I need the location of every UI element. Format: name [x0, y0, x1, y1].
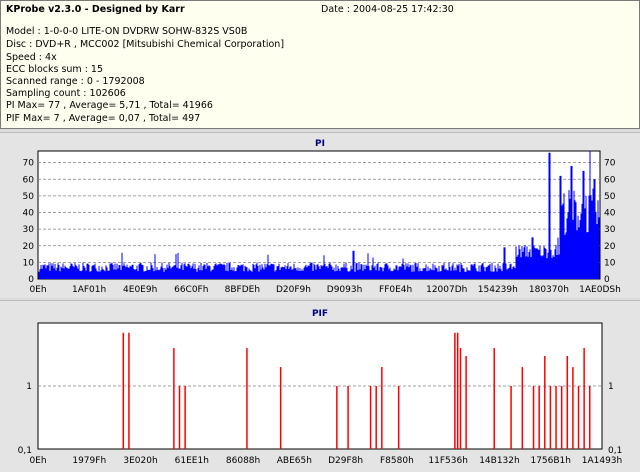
info-ecc: ECC blocks sum : 15: [6, 64, 104, 75]
pi-y-tick-right: 60: [604, 175, 616, 185]
pif-x-tick: ABE65h: [277, 456, 312, 466]
pi-x-tick: 66C0Fh: [174, 285, 208, 295]
pi-y-tick: 50: [23, 192, 35, 202]
pi-x-tick: D9093h: [327, 285, 363, 295]
pif-x-tick: 0Eh: [29, 456, 46, 466]
pi-y-tick-right: 50: [604, 192, 616, 202]
pi-y-tick: 30: [23, 225, 35, 235]
pif-x-tick: 11F536h: [428, 456, 468, 466]
pi-y-tick: 40: [23, 209, 35, 219]
pi-x-tick: 154239h: [478, 285, 518, 295]
pi-y-tick: 60: [23, 175, 35, 185]
pi-x-tick: 1AE0DSh: [579, 285, 621, 295]
pi-x-tick: 4E0E9h: [123, 285, 157, 295]
pif-y-tick-right: 0,1: [608, 446, 622, 456]
info-panel: KProbe v2.3.0 - Designed by Karr Date : …: [0, 0, 640, 129]
pi-x-tick: 180370h: [529, 285, 569, 295]
pif-x-tick: 1756B1h: [530, 456, 571, 466]
pi-x-tick: D20F9h: [276, 285, 311, 295]
info-model: Model : 1-0-0-0 LITE-ON DVDRW SOHW-832S …: [6, 26, 248, 37]
pi-x-tick: 0Eh: [29, 285, 46, 295]
pif-x-tick: D29F8h: [328, 456, 363, 466]
pi-y-tick: 10: [23, 258, 35, 268]
info-sampling: Sampling count : 102606: [6, 88, 126, 99]
info-pi: PI Max= 77 , Average= 5,71 , Total= 4196…: [6, 100, 213, 111]
pi-x-tick: 8BFDEh: [225, 285, 260, 295]
pi-x-tick: 1AF01h: [72, 285, 106, 295]
pif-y-tick: 1: [26, 382, 32, 392]
pi-y-tick-right: 30: [604, 225, 616, 235]
scan-date: Date : 2004-08-25 17:42:30: [321, 4, 454, 15]
pi-chart: 70 7060 6050 5040 4030 3020 2010 100 00Eh 1AF01h 4…: [23, 150, 621, 295]
pif-y-tick: 0,1: [18, 446, 32, 456]
pi-y-tick: 0: [28, 275, 34, 285]
pif-x-tick: 14B132h: [479, 456, 520, 466]
pif-x-tick: 1A1493h: [582, 456, 623, 466]
pif-x-tick: F8580h: [380, 456, 414, 466]
pi-x-tick: 12007Dh: [426, 285, 467, 295]
info-pif: PIF Max= 7 , Average= 0,07 , Total= 497: [6, 113, 201, 124]
pif-x-tick: 3E020h: [123, 456, 157, 466]
pi-y-tick: 70: [23, 159, 35, 169]
pi-y-tick-right: 20: [604, 242, 616, 252]
pif-y-tick-right: 1: [608, 382, 614, 392]
info-range: Scanned range : 0 - 1792008: [6, 76, 145, 87]
pif-chart-panel: PIF 1 1 0,1 0,1 0Eh 1979Fh 3E020h 61EE1h 86088h A…: [0, 300, 640, 472]
pi-y-tick-right: 10: [604, 258, 616, 268]
pi-x-tick: FF0E4h: [379, 285, 412, 295]
pif-chart: 1 10,1 0,10Eh 1979Fh 3E020h 61EE1h 86088h ABE65…: [18, 322, 623, 466]
app-title: KProbe v2.3.0 - Designed by Karr: [6, 4, 185, 15]
pi-y-tick-right: 70: [604, 159, 616, 169]
pi-y-tick-right: 40: [604, 209, 616, 219]
info-speed: Speed : 4x: [6, 52, 57, 63]
pi-y-tick: 20: [23, 242, 35, 252]
pi-y-tick-right: 0: [604, 275, 610, 285]
pi-chart-panel: PI 70 70 60 60 50 50 40 40 30 30 20 20 10 10 0 0 0Eh 1AF0…: [0, 132, 640, 298]
pif-x-tick: 86088h: [226, 456, 260, 466]
pif-x-tick: 1979Fh: [72, 456, 106, 466]
info-disc: Disc : DVD+R , MCC002 [Mitsubishi Chemic…: [6, 39, 285, 50]
pif-x-tick: 61EE1h: [175, 456, 209, 466]
